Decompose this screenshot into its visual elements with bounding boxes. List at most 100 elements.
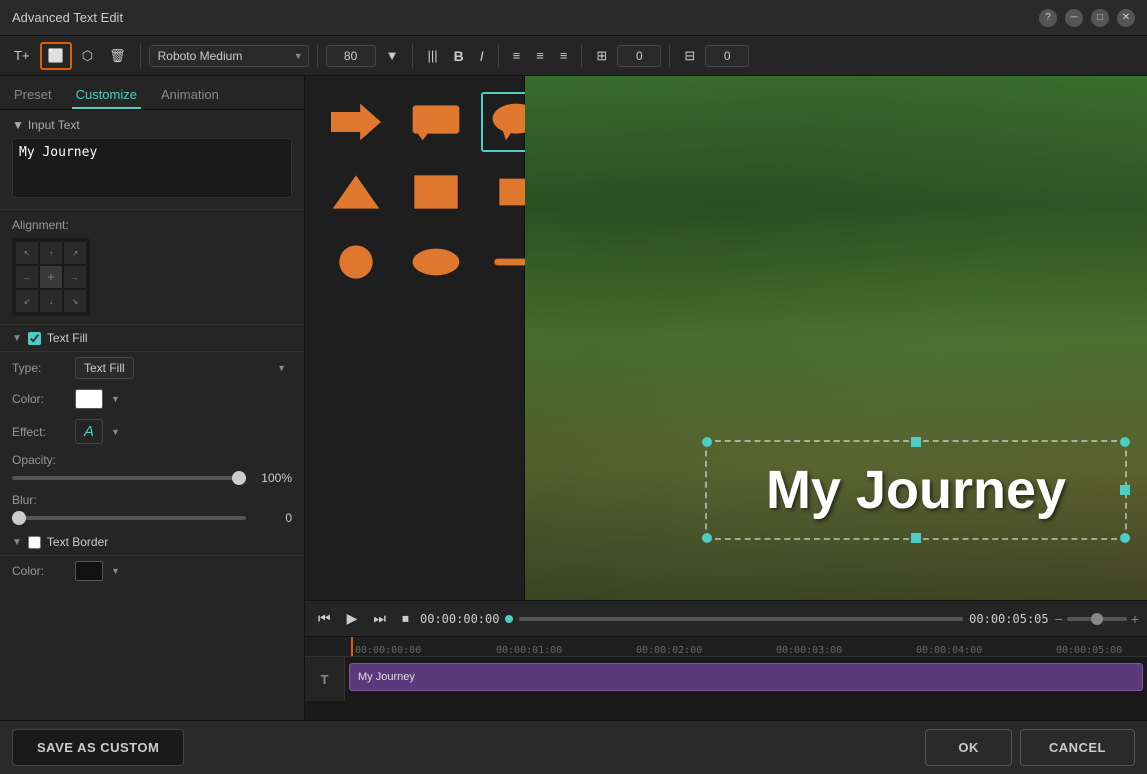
text-border-header[interactable]: ▼ Text Border: [0, 529, 304, 556]
blur-value: 0: [254, 511, 292, 525]
align-top-right[interactable]: ↗: [64, 242, 86, 264]
alignment-grid: ↖ ↑ ↗ ← ✛ → ↙ ↓ ↘: [12, 238, 90, 316]
color-swatch[interactable]: [75, 389, 103, 409]
timeline-progress[interactable]: [519, 617, 963, 621]
toolbar-separator-4: [498, 44, 499, 68]
shape-triangle[interactable]: [321, 162, 391, 222]
shape-square[interactable]: [401, 162, 471, 222]
opacity-slider-row: 100%: [12, 471, 292, 485]
shape-tool-button[interactable]: ⬜: [40, 42, 72, 70]
align-bottom-center[interactable]: ↓: [40, 290, 62, 312]
italic-button[interactable]: I: [474, 44, 490, 68]
opacity-slider[interactable]: [12, 476, 246, 480]
rewind-button[interactable]: ⏮: [313, 607, 336, 630]
blur-slider[interactable]: [12, 516, 246, 520]
title-bar: Advanced Text Edit ? ─ □ ✕: [0, 0, 1147, 36]
save-custom-button[interactable]: SAVE AS CUSTOM: [12, 729, 184, 766]
blur-row: Blur: 0: [0, 489, 304, 529]
text-spacing-button[interactable]: ⊞: [590, 44, 613, 68]
effect-arrow[interactable]: ▼: [111, 427, 120, 437]
ruler-mark-4: 00:00:04:00: [916, 645, 982, 656]
text-stats-button[interactable]: |||: [421, 44, 443, 67]
current-time: 00:00:00:00: [420, 612, 499, 626]
play-button[interactable]: ▶: [342, 607, 363, 630]
cancel-button[interactable]: CANCEL: [1020, 729, 1135, 766]
toolbar-separator: [140, 44, 141, 68]
handle-tr[interactable]: [1120, 437, 1130, 447]
handle-tm[interactable]: [911, 437, 921, 447]
font-select[interactable]: Roboto Medium: [149, 45, 309, 67]
shape-ellipse[interactable]: [401, 232, 471, 292]
close-button[interactable]: ✕: [1117, 9, 1135, 27]
help-button[interactable]: ?: [1039, 9, 1057, 27]
window-controls: ? ─ □ ✕: [1039, 9, 1135, 27]
maximize-button[interactable]: □: [1091, 9, 1109, 27]
handle-br[interactable]: [1120, 533, 1130, 543]
tab-preset[interactable]: Preset: [10, 82, 56, 109]
tab-animation[interactable]: Animation: [157, 82, 223, 109]
ruler-mark-0: 00:00:00:00: [355, 645, 421, 656]
text-fill-type-row: Type: Text Fill: [0, 352, 304, 384]
text-tool-button[interactable]: T+: [8, 44, 36, 67]
transform-tool-button[interactable]: ⬡: [76, 44, 99, 68]
text-offset-input[interactable]: [705, 45, 749, 67]
zoom-in-icon[interactable]: +: [1131, 611, 1139, 627]
bold-button[interactable]: B: [448, 44, 470, 68]
blur-label: Blur:: [12, 493, 292, 507]
type-select-wrapper: Text Fill: [75, 357, 292, 379]
track-clip[interactable]: My Journey: [349, 663, 1143, 691]
ruler-mark-2: 00:00:02:00: [636, 645, 702, 656]
fast-forward-button[interactable]: ⏭: [368, 607, 391, 630]
handle-mr[interactable]: [1120, 485, 1130, 495]
text-fill-checkbox[interactable]: [28, 332, 41, 345]
chevron-down-icon: ▼: [12, 118, 24, 132]
text-offset-button[interactable]: ⊟: [678, 44, 701, 68]
color-arrow[interactable]: ▼: [111, 394, 120, 404]
border-color-swatch[interactable]: [75, 561, 103, 581]
text-fill-label: Text Fill: [47, 331, 88, 345]
type-select[interactable]: Text Fill: [75, 357, 134, 379]
minimize-button[interactable]: ─: [1065, 9, 1083, 27]
zoom-controls: − +: [1055, 611, 1139, 627]
handle-bl[interactable]: [702, 533, 712, 543]
align-middle-left[interactable]: ←: [16, 266, 38, 288]
letter-spacing-input[interactable]: [617, 45, 661, 67]
left-panel: Preset Customize Animation ▼ Input Text …: [0, 76, 305, 720]
timeline-tracks: T My Journey: [305, 657, 1147, 701]
align-bottom-right[interactable]: ↘: [64, 290, 86, 312]
effect-button[interactable]: A: [75, 419, 103, 444]
zoom-out-icon[interactable]: −: [1055, 611, 1063, 627]
playback-bar: ⏮ ▶ ⏭ ⏹ 00:00:00:00 00:00:05:05 − +: [305, 601, 1147, 637]
ok-button[interactable]: OK: [925, 729, 1012, 766]
align-right-button[interactable]: ≡: [554, 44, 574, 67]
align-left-button[interactable]: ≡: [507, 44, 527, 67]
font-size-input[interactable]: [326, 45, 376, 67]
text-fill-header[interactable]: ▼ Text Fill: [0, 325, 304, 352]
font-size-dropdown[interactable]: ▼: [380, 44, 405, 67]
stop-button[interactable]: ⏹: [397, 607, 414, 630]
input-text-field[interactable]: My Journey: [12, 138, 292, 198]
opacity-row: Opacity: 100%: [0, 449, 304, 489]
align-middle-center[interactable]: ✛: [40, 266, 62, 288]
align-center-button[interactable]: ≡: [530, 44, 550, 67]
opacity-value: 100%: [254, 471, 292, 485]
shape-speech-rect[interactable]: [401, 92, 471, 152]
delete-button[interactable]: 🗑: [103, 44, 132, 68]
shape-arrow[interactable]: [321, 92, 391, 152]
border-color-arrow[interactable]: ▼: [111, 566, 120, 576]
text-border-checkbox[interactable]: [28, 536, 41, 549]
shapes-grid: [313, 84, 516, 300]
font-select-wrapper: Roboto Medium: [149, 45, 309, 67]
shape-circle[interactable]: [321, 232, 391, 292]
handle-bm[interactable]: [911, 533, 921, 543]
handle-tl[interactable]: [702, 437, 712, 447]
align-middle-right[interactable]: →: [64, 266, 86, 288]
tab-customize[interactable]: Customize: [72, 82, 141, 109]
align-top-left[interactable]: ↖: [16, 242, 38, 264]
toolbar-separator-2: [317, 44, 318, 68]
text-toolbar: T+ ⬜ ⬡ 🗑 Roboto Medium ▼ ||| B I ≡ ≡ ≡ ⊞…: [0, 36, 1147, 76]
zoom-slider-thumb[interactable]: [1091, 613, 1103, 625]
top-content: My Journey: [305, 76, 1147, 600]
align-bottom-left[interactable]: ↙: [16, 290, 38, 312]
align-top-center[interactable]: ↑: [40, 242, 62, 264]
